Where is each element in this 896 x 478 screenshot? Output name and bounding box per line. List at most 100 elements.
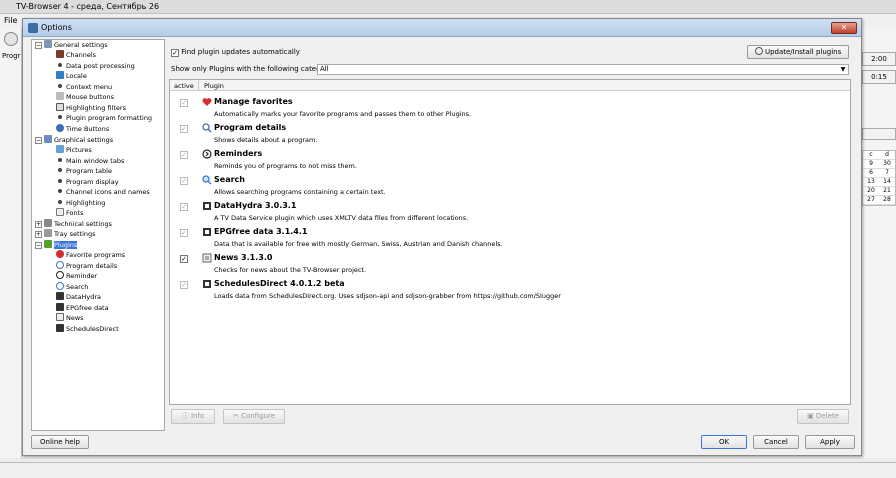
tree-highlighting-filters[interactable]: Highlighting filters <box>56 103 126 113</box>
collapse-icon[interactable]: − <box>35 42 42 49</box>
data-service-icon <box>203 202 211 210</box>
delete-button[interactable]: ▣ Delete <box>797 409 849 424</box>
plugin-name: Program details <box>214 123 287 132</box>
tree-news[interactable]: News <box>56 313 84 323</box>
tree-program-details[interactable]: Program details <box>56 261 117 271</box>
info-button[interactable]: ⓘ Info <box>171 409 215 424</box>
tree-tray-settings[interactable]: Tray settings <box>44 229 96 239</box>
plugin-name: Search <box>214 175 245 184</box>
tree-channel-icons-names[interactable]: Channel icons and names <box>56 187 150 197</box>
table-row[interactable]: ✓ EPGfree data 3.1.4.1 Data that is avai… <box>170 224 850 250</box>
tree-plugins[interactable]: Plugins <box>44 240 78 250</box>
calendar-row: 13 14 <box>863 178 895 187</box>
tree-mouse-buttons[interactable]: Mouse buttons <box>56 92 114 102</box>
apply-button[interactable]: Apply <box>805 435 855 449</box>
tree-schedulesdirect[interactable]: SchedulesDirect <box>56 324 119 334</box>
tree-general-settings[interactable]: General settings <box>44 40 108 50</box>
reminder-icon <box>202 149 212 159</box>
date-button[interactable] <box>862 128 896 140</box>
bullet-icon <box>58 84 62 88</box>
time-button-1[interactable]: 2:00 <box>862 52 896 66</box>
expand-icon[interactable]: + <box>35 231 42 238</box>
column-plugin[interactable]: Plugin <box>204 82 224 90</box>
info-icon: ⓘ <box>181 412 189 420</box>
active-checkbox[interactable]: ✓ <box>180 125 188 133</box>
tree-data-post-processing[interactable]: Data post processing <box>56 61 135 71</box>
active-checkbox[interactable]: ✓ <box>180 177 188 185</box>
data-service-icon <box>203 280 211 288</box>
category-select[interactable]: All ▼ <box>317 64 849 75</box>
plugin-name: EPGfree data 3.1.4.1 <box>214 227 308 236</box>
table-row[interactable]: ✓ News 3.1.3.0 Checks for news about the… <box>170 250 850 276</box>
plugins-table: active Plugin ✓ Manage favorites Automat… <box>169 79 851 405</box>
dialog-title-bar: Options ✕ <box>23 19 861 37</box>
ok-button[interactable]: OK <box>701 435 747 449</box>
table-row[interactable]: ✓ Manage favorites Automatically marks y… <box>170 94 850 120</box>
active-checkbox[interactable]: ✓ <box>180 151 188 159</box>
magnifier-icon <box>202 123 212 133</box>
table-row[interactable]: ✓ Program details Shows details about a … <box>170 120 850 146</box>
search-icon <box>202 175 212 185</box>
configure-button[interactable]: ✂ Configure <box>223 409 285 424</box>
category-label: Show only Plugins with the following cat… <box>171 65 334 73</box>
cancel-button[interactable]: Cancel <box>753 435 799 449</box>
active-checkbox[interactable]: ✓ <box>180 229 188 237</box>
tree-context-menu[interactable]: Context menu <box>56 82 112 92</box>
bullet-icon <box>58 189 62 193</box>
tree-technical-settings[interactable]: Technical settings <box>44 219 112 229</box>
tree-epgfree-data[interactable]: EPGfree data <box>56 303 109 313</box>
mini-calendar[interactable]: cd 9 30 67 13 14 20 21 27 28 <box>862 150 896 206</box>
find-updates-checkbox[interactable]: ✓ <box>171 49 179 57</box>
time-button-2[interactable]: 0:15 <box>862 70 896 84</box>
bullet-icon <box>58 179 62 183</box>
plugin-name: DataHydra 3.0.3.1 <box>214 201 297 210</box>
column-active[interactable]: active <box>174 82 194 90</box>
table-row[interactable]: ✓ SchedulesDirect 4.0.1.2 beta Loads dat… <box>170 276 850 302</box>
tree-channels[interactable]: Channels <box>56 50 96 60</box>
calendar-row: 9 30 <box>863 160 895 169</box>
heart-icon <box>202 98 212 106</box>
table-row[interactable]: ✓ DataHydra 3.0.3.1 A TV Data Service pl… <box>170 198 850 224</box>
table-row[interactable]: ✓ Reminders Reminds you of programs to n… <box>170 146 850 172</box>
active-checkbox[interactable]: ✓ <box>180 99 188 107</box>
find-updates-option[interactable]: ✓ Find plugin updates automatically <box>171 48 300 57</box>
tree-favorite-programs[interactable]: Favorite programs <box>56 250 125 260</box>
bullet-icon <box>58 168 62 172</box>
plugin-description: Checks for news about the TV-Browser pro… <box>214 266 367 274</box>
update-install-button[interactable]: Update/Install plugins <box>747 45 849 59</box>
tree-fonts[interactable]: Fonts <box>56 208 84 218</box>
table-row[interactable]: ✓ Search Allows searching programs conta… <box>170 172 850 198</box>
tree-search[interactable]: Search <box>56 282 88 292</box>
tree-time-buttons[interactable]: Time Buttons <box>56 124 109 134</box>
tree-highlighting[interactable]: Highlighting <box>56 198 105 208</box>
plugin-name: Reminders <box>214 149 263 158</box>
tree-main-window-tabs[interactable]: Main window tabs <box>56 156 124 166</box>
tree-pictures[interactable]: Pictures <box>56 145 92 155</box>
plugin-description: Data that is available for free with mos… <box>214 240 503 248</box>
font-icon <box>56 208 64 216</box>
plugin-icon <box>44 240 52 248</box>
tree-datahydra[interactable]: DataHydra <box>56 292 101 302</box>
plugin-description: Allows searching programs containing a c… <box>214 188 386 196</box>
settings-tree: − General settings Channels Data post pr… <box>31 39 165 431</box>
online-help-button[interactable]: Online help <box>31 435 89 449</box>
active-checkbox[interactable]: ✓ <box>180 281 188 289</box>
find-updates-label: Find plugin updates automatically <box>181 48 300 56</box>
collapse-icon[interactable]: − <box>35 242 42 249</box>
collapse-icon[interactable]: − <box>35 137 42 144</box>
active-checkbox[interactable]: ✓ <box>180 255 188 263</box>
active-checkbox[interactable]: ✓ <box>180 203 188 211</box>
tree-reminder[interactable]: Reminder <box>56 271 97 281</box>
tree-program-table[interactable]: Program table <box>56 166 112 176</box>
tree-plugin-program-formatting[interactable]: Plugin program formatting <box>56 113 152 123</box>
mouse-icon <box>56 92 64 100</box>
tree-locale[interactable]: Locale <box>56 71 87 81</box>
chevron-down-icon: ▼ <box>840 66 846 73</box>
close-button[interactable]: ✕ <box>831 22 857 34</box>
search-icon[interactable] <box>4 32 18 46</box>
expand-icon[interactable]: + <box>35 221 42 228</box>
tree-graphical-settings[interactable]: Graphical settings <box>44 135 113 145</box>
filter-icon <box>56 103 64 111</box>
menu-file[interactable]: File <box>4 16 17 25</box>
tree-program-display[interactable]: Program display <box>56 177 119 187</box>
